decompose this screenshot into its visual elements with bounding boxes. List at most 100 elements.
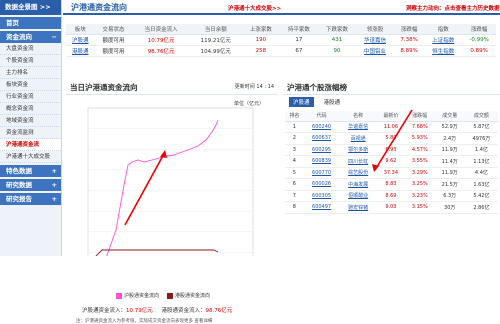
table-cell: 11.9万 [434, 167, 465, 179]
stock-code-link[interactable]: 600497 [303, 201, 340, 214]
sidebar-section-research-data[interactable]: 研究数据 + [0, 179, 61, 191]
stock-name-link[interactable]: 中海发展 [339, 178, 377, 191]
column-header: 领涨股 [355, 24, 394, 35]
table-cell: 3.55% [404, 155, 435, 168]
stock-name-link[interactable]: 恒顺醋业 [339, 190, 377, 202]
sidebar-section-fund-flow[interactable]: 资金流向 − [0, 31, 61, 43]
table-cell: 37.34 [376, 167, 405, 179]
rank-table: 排名 代码 名称 最新价 涨跌幅 成交量 成交额 1 600240 华谊嘉信 11.0… [285, 111, 498, 214]
sidebar-item-stock-flow[interactable]: 个股资金流 [0, 55, 61, 67]
table-cell: 17 [279, 34, 318, 46]
top10-link[interactable]: 沪港通十大成交股>> [228, 4, 281, 12]
stock-link[interactable]: 中国铝业 [355, 45, 394, 57]
sidebar-section-research-report[interactable]: 研究报告 + [0, 193, 61, 205]
table-cell: 1.63亿 [464, 178, 498, 191]
table-cell: 8 [285, 201, 304, 214]
stock-name-link[interactable]: 华谊嘉信 [339, 121, 377, 133]
table-cell: 2 [285, 132, 304, 145]
table-row[interactable]: 4 600839 四川长虹 9.62 3.55% 11.4万 1.13亿 [285, 155, 498, 168]
table-header-row: 板块 交易状态 当日资金流入 当日余额 上涨家数 持平家数 下跌家数 领涨股 涨… [66, 24, 496, 35]
sidebar: 数据全景图 >> 首页 资金流向 − 大盘资金流 个股资金流 主力排名 板块资金 … [0, 0, 62, 256]
tab-hk-connect[interactable]: 港股通 [319, 97, 344, 107]
stock-link[interactable]: 华谊嘉信 [355, 34, 394, 46]
divider [283, 94, 500, 95]
legend-label: 沪股通资金流向 [124, 293, 160, 299]
sidebar-item-main-rank[interactable]: 主力排名 [0, 67, 61, 79]
index-link[interactable]: 恒生指数 [424, 45, 463, 57]
column-header: 当日资金流入 [132, 24, 190, 35]
table-cell: 67 [279, 45, 318, 57]
table-cell: 7.68% [404, 121, 435, 133]
table-cell: 119.21亿元 [189, 34, 242, 46]
stock-code-link[interactable]: 600637 [303, 132, 340, 145]
table-row[interactable]: 5 600770 综艺股份 37.34 3.29% 11.9万 4.4亿 [285, 167, 498, 179]
sidebar-item-concept-flow[interactable]: 概念资金流 [0, 103, 61, 115]
rank-title: 沪港通个股涨幅榜 [287, 83, 347, 92]
table-cell: 额度可用 [94, 45, 133, 57]
stock-code-link[interactable]: 600305 [303, 190, 340, 202]
flow-chart: 9:0211:3014:2815:57 [87, 107, 254, 256]
stock-code-link[interactable]: 600839 [303, 155, 340, 168]
stock-name-link[interactable]: 四川长虹 [339, 155, 377, 168]
table-row: 港股通 额度可用 98.76亿元 104.99亿元 258 67 90 中国铝业… [66, 45, 496, 57]
sidebar-section-home[interactable]: 首页 [0, 17, 61, 29]
table-cell: 6.3万 [434, 190, 465, 202]
sidebar-item-sector-fund[interactable]: 板块资金 [0, 79, 61, 91]
legend-label: 港股通资金流向 [174, 293, 210, 299]
rank-panel: 沪港通个股涨幅榜 沪股通 港股通 排名 代码 名称 最新价 涨跌幅 成交量 成交… [283, 80, 500, 256]
table-cell: 9.03 [376, 201, 405, 214]
tab-sh-connect[interactable]: 沪股通 [289, 97, 314, 107]
index-link[interactable]: 上证指数 [424, 34, 463, 46]
expand-icon: + [51, 181, 57, 189]
sector-link[interactable]: 港股通 [66, 45, 95, 57]
stock-name-link[interactable]: 综艺股份 [339, 167, 377, 179]
table-cell: 3.25% [404, 178, 435, 191]
sidebar-item-region-flow[interactable]: 地域资金流 [0, 115, 61, 127]
table-cell: 190 [241, 34, 280, 46]
table-row[interactable]: 2 600637 百视通 5.80 5.93% 2.4万 4976万 [285, 132, 498, 145]
table-cell: 2.86亿 [464, 201, 498, 214]
table-cell: 431 [317, 34, 356, 46]
legend-swatch-hk [166, 292, 173, 299]
table-row: 沪股通 额度可用 10.79亿元 119.21亿元 190 17 431 华谊嘉… [66, 34, 496, 46]
table-header-row: 排名 代码 名称 最新价 涨跌幅 成交量 成交额 [285, 111, 498, 122]
sidebar-item-flow-monitor[interactable]: 资金流监测 [0, 127, 61, 139]
summary-table: 板块 交易状态 当日资金流入 当日余额 上涨家数 持平家数 下跌家数 领涨股 涨… [66, 24, 496, 57]
sidebar-section-label: 特色数据 [6, 167, 32, 175]
sector-link[interactable]: 沪股通 [66, 34, 95, 46]
table-row[interactable]: 6 600026 中海发展 8.83 3.25% 21.5万 1.63亿 [285, 178, 498, 191]
stock-name-link[interactable]: 驰宏锌锗 [339, 201, 377, 214]
column-header: 当日余额 [189, 24, 242, 35]
stock-code-link[interactable]: 600026 [303, 178, 340, 191]
sidebar-item-hkconnect-top10[interactable]: 沪港通十大成交股 [0, 151, 61, 163]
table-cell: 2.4万 [434, 132, 465, 145]
stock-code-link[interactable]: 600295 [303, 144, 340, 156]
table-cell: 8.93 [376, 144, 405, 156]
column-header: 持平家数 [279, 24, 318, 35]
table-row[interactable]: 7 600305 恒顺醋业 8.69 3.23% 6.3万 5.42亿 [285, 190, 498, 202]
table-row[interactable]: 3 600295 鄂尔多斯 8.93 4.57% 11.9万 1.4亿 [285, 144, 498, 156]
footnote: 注：沪港通资金流入为参考值，实际成交资金流向表现更多 查看详细 [76, 319, 213, 324]
sidebar-item-market-flow[interactable]: 大盘资金流 [0, 43, 61, 55]
sidebar-section-special[interactable]: 特色数据 + [0, 165, 61, 177]
sidebar-header[interactable]: 数据全景图 >> [0, 0, 61, 15]
stock-code-link[interactable]: 600240 [303, 121, 340, 133]
stock-name-link[interactable]: 百视通 [339, 132, 377, 145]
stock-code-link[interactable]: 600770 [303, 167, 340, 179]
table-cell: 5.42亿 [464, 190, 498, 202]
table-cell: 5.87亿 [464, 121, 498, 133]
table-row[interactable]: 1 600240 华谊嘉信 11.06 7.68% 52.9万 5.87亿 [285, 121, 498, 133]
table-cell: -0.99% [462, 34, 496, 46]
sidebar-item-hkconnect-flow[interactable]: 沪港通资金流 [0, 139, 61, 151]
sh-flow-series [106, 119, 219, 256]
sidebar-item-industry-flow[interactable]: 行业资金流 [0, 91, 61, 103]
table-cell: 4 [285, 155, 304, 168]
table-cell: 10.79亿元 [132, 34, 190, 46]
main-history-link[interactable]: 洞察主力动向：点击查看主力历史数据 [406, 4, 500, 12]
stock-name-link[interactable]: 鄂尔多斯 [339, 144, 377, 156]
column-header: 板块 [66, 24, 95, 35]
legend-swatch-sh [116, 292, 122, 299]
table-row[interactable]: 8 600497 驰宏锌锗 9.03 3.15% 30万 2.86亿 [285, 201, 498, 214]
sidebar-section-label: 研究数据 [6, 181, 32, 189]
column-header: 交易状态 [94, 24, 133, 35]
